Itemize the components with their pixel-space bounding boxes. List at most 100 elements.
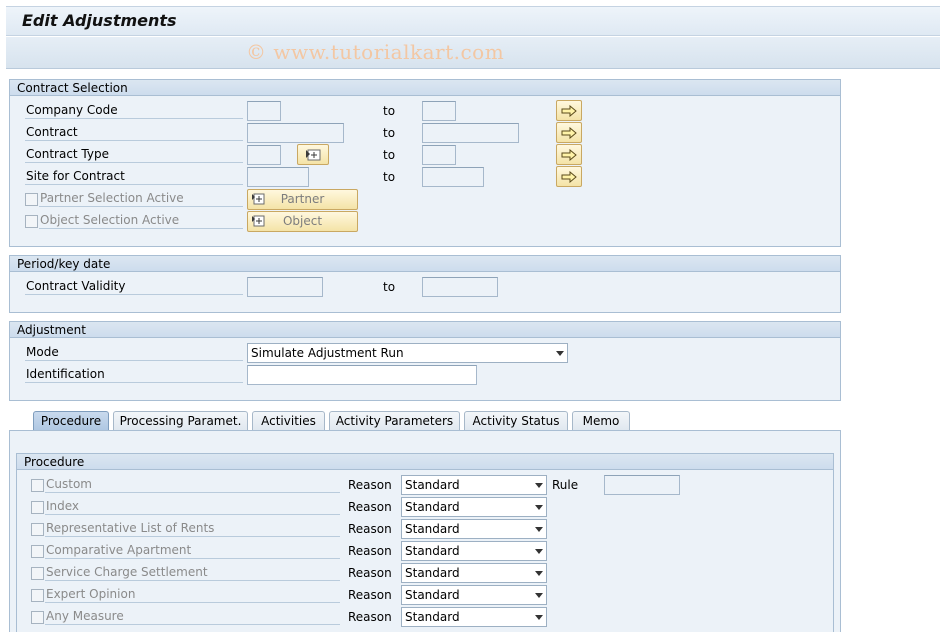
any-measure-label: Any Measure xyxy=(45,608,340,625)
object-selection-checkbox[interactable] xyxy=(25,215,38,228)
identification-input[interactable] xyxy=(247,365,477,385)
selection-icon xyxy=(252,193,265,205)
watermark: © www.tutorialkart.com xyxy=(246,40,505,64)
site-for-contract-from-input[interactable] xyxy=(247,167,309,187)
selection-icon xyxy=(252,215,265,227)
reason-value: Standard xyxy=(405,544,460,558)
reason-value: Standard xyxy=(405,588,460,602)
reason-select[interactable]: Standard xyxy=(401,541,547,561)
reason-select[interactable]: Standard xyxy=(401,475,547,495)
tab-memo[interactable]: Memo xyxy=(572,411,630,431)
reason-select[interactable]: Standard xyxy=(401,607,547,627)
multiple-selection-button[interactable] xyxy=(556,100,582,121)
contract-label: Contract xyxy=(25,124,243,141)
group-title: Period/key date xyxy=(17,257,111,271)
custom-checkbox[interactable] xyxy=(31,479,44,492)
partner-button-label: Partner xyxy=(280,192,325,206)
reason-select[interactable]: Standard xyxy=(401,585,547,605)
arrow-right-icon xyxy=(561,170,577,183)
chevron-down-icon xyxy=(535,571,543,576)
object-button-label: Object xyxy=(282,214,323,228)
reason-label: Reason xyxy=(348,610,392,624)
company-code-to-input[interactable] xyxy=(422,101,456,121)
site-for-contract-to-input[interactable] xyxy=(422,167,484,187)
partner-selection-checkbox[interactable] xyxy=(25,193,38,206)
contract-type-from-input[interactable] xyxy=(247,145,281,165)
chevron-down-icon xyxy=(556,351,564,356)
reason-value: Standard xyxy=(405,478,460,492)
page-title: Edit Adjustments xyxy=(22,11,177,30)
reason-select[interactable]: Standard xyxy=(401,519,547,539)
reason-label: Reason xyxy=(348,478,392,492)
reason-label: Reason xyxy=(348,566,392,580)
comparative-apartment-label: Comparative Apartment xyxy=(45,542,340,559)
reason-value: Standard xyxy=(405,610,460,624)
group-title: Procedure xyxy=(24,455,85,469)
to-label: to xyxy=(383,126,396,140)
index-label: Index xyxy=(45,498,340,515)
service-charge-label: Service Charge Settlement xyxy=(45,564,340,581)
partner-button[interactable]: Partner xyxy=(247,189,358,210)
multiple-selection-button[interactable] xyxy=(556,166,582,187)
reason-select[interactable]: Standard xyxy=(401,563,547,583)
contract-to-input[interactable] xyxy=(422,123,519,143)
contract-from-input[interactable] xyxy=(247,123,344,143)
contract-type-label: Contract Type xyxy=(25,146,243,163)
arrow-right-icon xyxy=(561,126,577,139)
identification-label: Identification xyxy=(25,366,243,383)
representative-list-checkbox[interactable] xyxy=(31,523,44,536)
to-label: to xyxy=(383,170,396,184)
service-charge-checkbox[interactable] xyxy=(31,567,44,580)
reason-value: Standard xyxy=(405,566,460,580)
chevron-down-icon xyxy=(535,505,543,510)
reason-select[interactable]: Standard xyxy=(401,497,547,517)
to-label: to xyxy=(383,148,396,162)
selection-icon xyxy=(306,149,321,160)
group-title: Adjustment xyxy=(17,323,86,337)
tab-procedure[interactable]: Procedure xyxy=(33,411,109,431)
object-button[interactable]: Object xyxy=(247,211,358,232)
chevron-down-icon xyxy=(535,549,543,554)
reason-value: Standard xyxy=(405,522,460,536)
representative-list-label: Representative List of Rents xyxy=(45,520,340,537)
partner-selection-label: Partner Selection Active xyxy=(39,190,243,207)
arrow-right-icon xyxy=(561,148,577,161)
tab-activity-parameters[interactable]: Activity Parameters xyxy=(329,411,460,431)
expert-opinion-label: Expert Opinion xyxy=(45,586,340,603)
company-code-label: Company Code xyxy=(25,102,243,119)
arrow-right-icon xyxy=(561,104,577,117)
rule-input[interactable] xyxy=(604,475,680,495)
tab-activity-status[interactable]: Activity Status xyxy=(464,411,568,431)
multiple-selection-button[interactable] xyxy=(556,122,582,143)
to-label: to xyxy=(383,104,396,118)
reason-label: Reason xyxy=(348,500,392,514)
expert-opinion-checkbox[interactable] xyxy=(31,589,44,602)
comparative-apartment-checkbox[interactable] xyxy=(31,545,44,558)
chevron-down-icon xyxy=(535,593,543,598)
mode-select[interactable]: Simulate Adjustment Run xyxy=(247,343,568,363)
chevron-down-icon xyxy=(535,483,543,488)
object-selection-label: Object Selection Active xyxy=(39,212,243,229)
reason-label: Reason xyxy=(348,522,392,536)
custom-label: Custom xyxy=(45,476,340,493)
contract-validity-from-input[interactable] xyxy=(247,277,323,297)
contract-type-to-input[interactable] xyxy=(422,145,456,165)
mode-label: Mode xyxy=(25,344,243,361)
reason-value: Standard xyxy=(405,500,460,514)
index-checkbox[interactable] xyxy=(31,501,44,514)
any-measure-checkbox[interactable] xyxy=(31,611,44,624)
tab-processing-parameters[interactable]: Processing Paramet. xyxy=(113,411,248,431)
reason-label: Reason xyxy=(348,588,392,602)
tab-activities[interactable]: Activities xyxy=(252,411,325,431)
selection-options-button[interactable] xyxy=(297,144,329,165)
multiple-selection-button[interactable] xyxy=(556,144,582,165)
chevron-down-icon xyxy=(535,615,543,620)
group-title: Contract Selection xyxy=(17,81,128,95)
mode-value: Simulate Adjustment Run xyxy=(251,346,404,360)
company-code-from-input[interactable] xyxy=(247,101,281,121)
rule-label: Rule xyxy=(552,478,579,492)
site-for-contract-label: Site for Contract xyxy=(25,168,243,185)
contract-validity-label: Contract Validity xyxy=(25,278,243,295)
contract-validity-to-input[interactable] xyxy=(422,277,498,297)
to-label: to xyxy=(383,280,396,294)
